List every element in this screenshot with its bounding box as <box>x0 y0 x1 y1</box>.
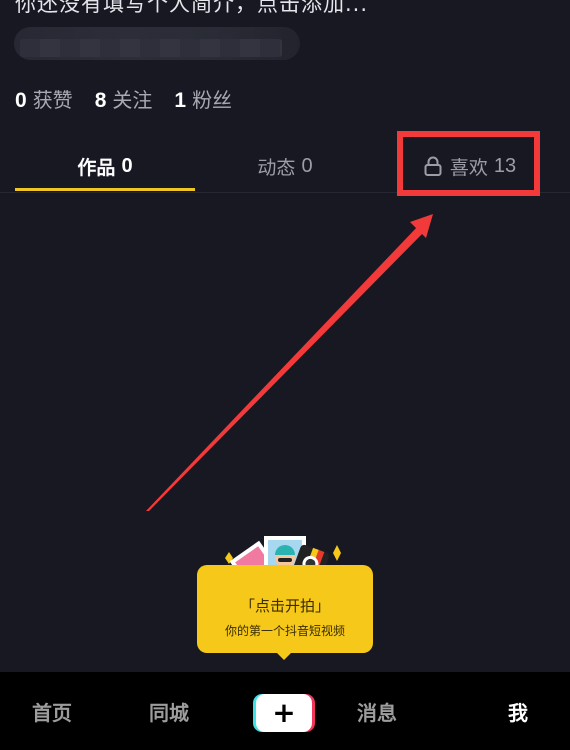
bio-placeholder[interactable]: 你还没有填写个人简介，点击添加... <box>15 0 368 18</box>
sparkle-icon-2 <box>333 545 341 561</box>
lock-icon <box>424 156 442 176</box>
stat-likes-label: 获赞 <box>32 88 73 112</box>
tab-activity[interactable]: 动态 0 <box>190 140 380 192</box>
stat-following[interactable]: 8 关注 <box>95 84 153 113</box>
nav-home[interactable]: 首页 <box>12 672 92 750</box>
stat-followers[interactable]: 1 粉丝 <box>174 84 232 113</box>
tab-likes[interactable]: 喜欢 13 <box>375 140 565 192</box>
create-video-button[interactable]: + <box>253 694 315 732</box>
prompt-title: 「点击开拍」 <box>239 597 330 615</box>
nav-nearby[interactable]: 同城 <box>129 672 209 750</box>
tab-works-count: 0 <box>121 154 133 177</box>
stat-likes[interactable]: 0 获赞 <box>15 84 73 113</box>
stat-followers-label: 粉丝 <box>192 88 233 112</box>
tab-activity-label: 动态 <box>257 156 296 179</box>
annotation-arrow-shaft <box>146 225 425 511</box>
stat-following-value: 8 <box>94 89 107 112</box>
stat-followers-value: 1 <box>174 89 187 112</box>
stat-following-label: 关注 <box>112 88 153 112</box>
plus-icon: + <box>256 694 312 732</box>
prompt-tail <box>276 652 292 660</box>
tab-works-label: 作品 <box>77 156 116 179</box>
nav-me[interactable]: 我 <box>478 672 558 750</box>
profile-stats: 0 获赞 8 关注 1 粉丝 <box>15 84 254 113</box>
tab-activity-count: 0 <box>301 154 313 177</box>
stat-likes-value: 0 <box>15 89 27 112</box>
blurred-content <box>20 39 282 57</box>
blurred-info-pill <box>14 27 300 60</box>
active-tab-indicator <box>15 188 195 191</box>
tab-likes-count: 13 <box>493 154 517 177</box>
tab-likes-label: 喜欢 <box>449 156 488 179</box>
nav-messages[interactable]: 消息 <box>337 672 417 750</box>
profile-tabs: 作品 0 动态 0 喜欢 13 <box>0 140 570 193</box>
start-shooting-prompt[interactable]: 「点击开拍」 你的第一个抖音短视频 <box>197 565 373 653</box>
tab-works[interactable]: 作品 0 <box>10 140 200 192</box>
prompt-subtitle: 你的第一个抖音短视频 <box>224 624 345 638</box>
annotation-arrow-head <box>410 214 433 238</box>
